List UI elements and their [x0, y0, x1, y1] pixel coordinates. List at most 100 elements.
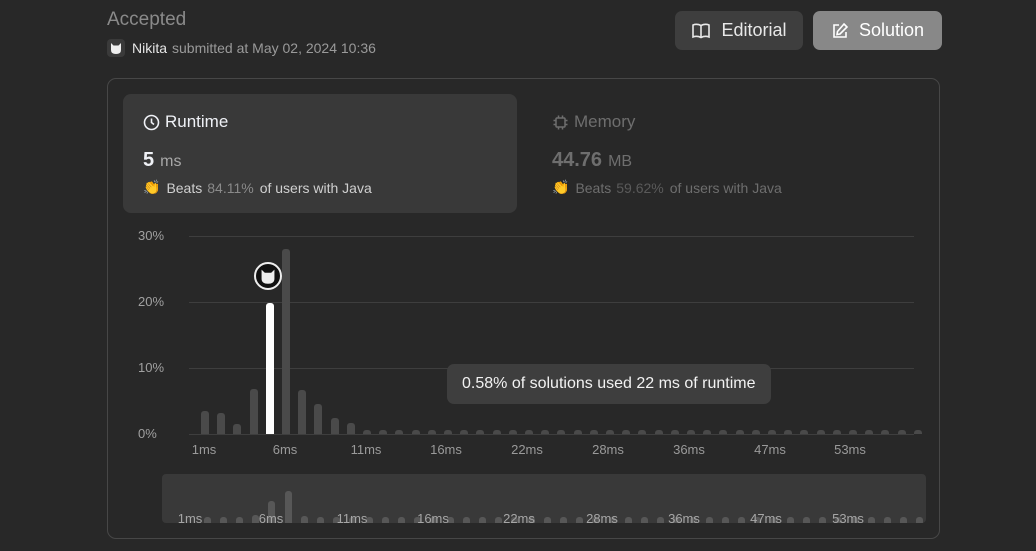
chart-bar[interactable] — [379, 430, 388, 434]
chart-bar[interactable] — [330, 418, 339, 434]
chart-tooltip: 0.58% of solutions used 22 ms of runtime — [447, 364, 771, 404]
x-tick-label: 53ms — [834, 442, 866, 457]
minimap-tick-label: 22ms — [503, 511, 535, 523]
chart-bar[interactable] — [622, 430, 631, 434]
chart-bar[interactable] — [201, 410, 209, 434]
chart-bar[interactable] — [314, 404, 323, 434]
x-tick-label: 11ms — [350, 442, 382, 457]
memory-card[interactable]: Memory 44.76 MB 👏 Beats 59.62% of users … — [532, 94, 926, 213]
memory-unit: MB — [608, 153, 633, 170]
chart-bar[interactable] — [573, 430, 582, 434]
minimap-bar — [300, 515, 308, 523]
minimap-bar — [543, 517, 551, 523]
minimap-bar — [397, 517, 405, 523]
chart-bar[interactable] — [282, 249, 290, 434]
chart-bar[interactable] — [557, 430, 566, 434]
chart-bar[interactable] — [492, 430, 501, 434]
chart-bar[interactable] — [687, 430, 695, 434]
chart-bar[interactable] — [249, 389, 258, 434]
minimap-bar — [219, 517, 227, 523]
chart-bar[interactable] — [881, 430, 890, 434]
minimap-bar — [203, 517, 211, 523]
minimap-bar — [495, 517, 503, 523]
editorial-button[interactable]: Editorial — [675, 11, 803, 50]
chart-bar[interactable] — [508, 430, 517, 434]
minimap-bar — [235, 517, 243, 523]
chart-bar-current[interactable] — [265, 303, 274, 434]
chart-bar[interactable] — [913, 430, 922, 434]
book-icon — [692, 23, 711, 38]
minimap-tick-label: 36ms — [668, 511, 700, 523]
chart-bar[interactable] — [395, 430, 404, 434]
chart-bar[interactable] — [897, 430, 906, 434]
runtime-title: Runtime — [165, 112, 229, 131]
minimap-tick-label: 47ms — [750, 511, 782, 523]
gridline — [189, 302, 914, 303]
minimap-tick-label: 1ms — [177, 511, 203, 523]
submitted-time: submitted at May 02, 2024 10:36 — [172, 40, 376, 56]
y-tick-label: 30% — [138, 228, 165, 243]
chart-bar[interactable] — [784, 430, 793, 434]
chart-bar[interactable] — [768, 430, 776, 434]
chart-bar[interactable] — [444, 430, 452, 434]
clap-icon: 👏 — [552, 179, 570, 195]
chart-bar[interactable] — [346, 423, 355, 434]
runtime-header: Runtime — [143, 112, 497, 132]
x-tick-label: 28ms — [592, 442, 624, 457]
memory-beats: 👏 Beats 59.62% of users with Java — [552, 179, 906, 196]
cat-avatar-icon — [111, 43, 121, 54]
chart-bar[interactable] — [816, 430, 825, 434]
avatar[interactable] — [107, 39, 125, 57]
chart-bar[interactable] — [703, 430, 712, 434]
runtime-unit: ms — [160, 153, 182, 170]
solution-button[interactable]: Solution — [813, 11, 942, 50]
user-position-marker — [254, 262, 282, 290]
minimap-tick-label: 28ms — [586, 511, 618, 523]
minimap-bar — [381, 517, 389, 523]
runtime-beats: 👏 Beats 84.11% of users with Java — [143, 179, 497, 196]
runtime-card[interactable]: Runtime 5 ms 👏 Beats 84.11% of users wit… — [123, 94, 517, 213]
minimap-tick-label: 6ms — [258, 511, 284, 523]
chart-bar[interactable] — [476, 430, 485, 434]
chart-bar[interactable] — [427, 430, 436, 434]
chart-bar[interactable] — [751, 430, 760, 434]
chart-bar[interactable] — [719, 430, 728, 434]
chart-bar[interactable] — [233, 424, 242, 434]
memory-beats-suffix: of users with Java — [669, 179, 782, 196]
chart-bar[interactable] — [735, 430, 744, 434]
minimap-bar — [786, 517, 794, 523]
chart-bar[interactable] — [460, 430, 469, 434]
minimap-bar — [284, 491, 292, 523]
chart-bar[interactable] — [363, 430, 371, 434]
chart-bar[interactable] — [800, 430, 809, 434]
cat-avatar-icon — [261, 269, 275, 284]
chart-bar[interactable] — [865, 430, 874, 434]
chart-bar[interactable] — [670, 430, 679, 434]
chart-bar[interactable] — [654, 430, 663, 434]
runtime-value: 5 — [143, 149, 155, 171]
chart-bar[interactable] — [298, 390, 307, 434]
chart-range-minimap[interactable]: 1ms 6ms 11ms 16ms 22ms 28ms 36ms 47ms 53ms — [162, 474, 926, 523]
minimap-tick-label: 11ms — [336, 511, 368, 523]
edit-icon — [833, 22, 849, 38]
x-tick-label: 47ms — [754, 442, 786, 457]
chart-bar[interactable] — [525, 430, 533, 434]
y-tick-label: 20% — [138, 294, 165, 309]
minimap-bar — [624, 517, 632, 523]
chart-bar[interactable] — [217, 412, 226, 434]
x-tick-label: 6ms — [272, 442, 298, 457]
memory-value: 44.76 — [552, 149, 603, 171]
chart-bar[interactable] — [541, 430, 550, 434]
x-tick-label: 1ms — [191, 442, 217, 457]
chart-bar[interactable] — [589, 430, 598, 434]
chart-bar[interactable] — [832, 430, 841, 434]
chart-bar[interactable] — [606, 430, 614, 434]
chart-bar[interactable] — [411, 430, 420, 434]
chart-bar[interactable] — [849, 430, 857, 434]
solution-label: Solution — [858, 20, 925, 40]
minimap-bar — [802, 517, 810, 523]
username[interactable]: Nikita — [132, 40, 167, 56]
memory-beats-label: Beats — [575, 179, 612, 196]
chart-bar[interactable] — [638, 430, 647, 434]
minimap-bar — [900, 517, 908, 523]
